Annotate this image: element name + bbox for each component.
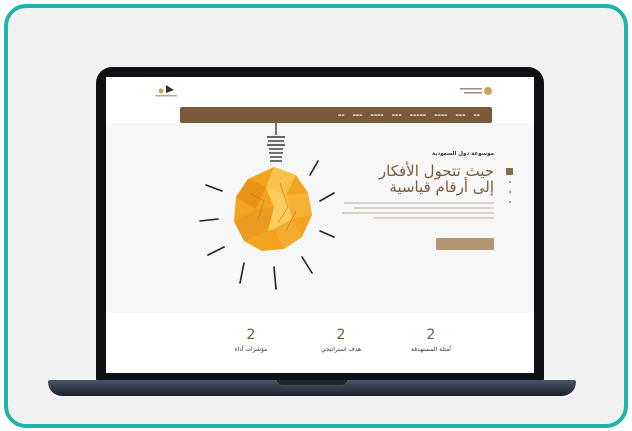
paper-bulb-illustration	[146, 123, 336, 313]
nav-item[interactable]: ▬▬▬	[353, 113, 363, 117]
stat-number: 2	[426, 327, 436, 343]
website-display: ▬▬ ▬▬▬ ▬▬▬▬ ▬▬▬▬▬ ▬▬▬ ▬▬▬▬ ▬▬▬ ▬▬ موسوعة…	[106, 77, 534, 373]
nav-item[interactable]: ▬▬▬▬▬	[410, 113, 427, 117]
hero-eyebrow: موسوعة دول السعودية	[432, 151, 494, 157]
hero-headline-line2: إلى أرقام قياسية	[389, 178, 494, 196]
nav-item[interactable]: ▬▬	[473, 113, 480, 117]
hero-text: موسوعة دول السعودية حيث تتحول الأفكار إل…	[334, 151, 494, 222]
slide-indicator-active[interactable]	[506, 168, 513, 175]
stat-label: مؤشرات أداء	[234, 346, 268, 353]
stat-item: 2 أمثلة المستهدفة	[386, 327, 476, 353]
site-header	[106, 77, 534, 105]
stat-label: هدف استراتيجي	[320, 346, 362, 353]
slide-indicator[interactable]	[509, 201, 511, 203]
hero-cta-button[interactable]	[436, 238, 494, 250]
main-nav: ▬▬ ▬▬▬ ▬▬▬▬ ▬▬▬▬▬ ▬▬▬ ▬▬▬▬ ▬▬▬ ▬▬	[180, 107, 492, 123]
stats-section: 2 أمثلة المستهدفة 2 هدف استراتيجي 2 مؤشر…	[106, 313, 534, 373]
camera-notch	[292, 67, 348, 77]
stat-item: 2 هدف استراتيجي	[296, 327, 386, 353]
stat-label: أمثلة المستهدفة	[411, 346, 451, 353]
hero-headline-line1: حيث تتحول الأفكار	[378, 162, 494, 180]
hero-paragraph	[334, 202, 494, 219]
nav-item[interactable]: ▬▬▬	[392, 113, 402, 117]
laptop-base-groove	[277, 380, 347, 385]
slide-indicator[interactable]	[509, 181, 511, 183]
slide-indicator[interactable]	[509, 191, 511, 193]
nav-item[interactable]: ▬▬▬	[455, 113, 465, 117]
partner-logo	[460, 87, 492, 95]
nav-item[interactable]: ▬▬▬▬	[434, 113, 447, 117]
slider-pagination	[506, 168, 514, 211]
site-logo[interactable]	[152, 83, 182, 99]
laptop-screen: ▬▬ ▬▬▬ ▬▬▬▬ ▬▬▬▬▬ ▬▬▬ ▬▬▬▬ ▬▬▬ ▬▬ موسوعة…	[96, 67, 544, 383]
nav-item[interactable]: ▬▬	[338, 113, 345, 117]
laptop-base	[48, 380, 576, 396]
stat-item: 2 مؤشرات أداء	[206, 327, 296, 353]
stat-number: 2	[246, 327, 256, 343]
hero-section: موسوعة دول السعودية حيث تتحول الأفكار إل…	[106, 123, 534, 313]
stat-number: 2	[336, 327, 346, 343]
nav-item[interactable]: ▬▬▬▬	[371, 113, 384, 117]
